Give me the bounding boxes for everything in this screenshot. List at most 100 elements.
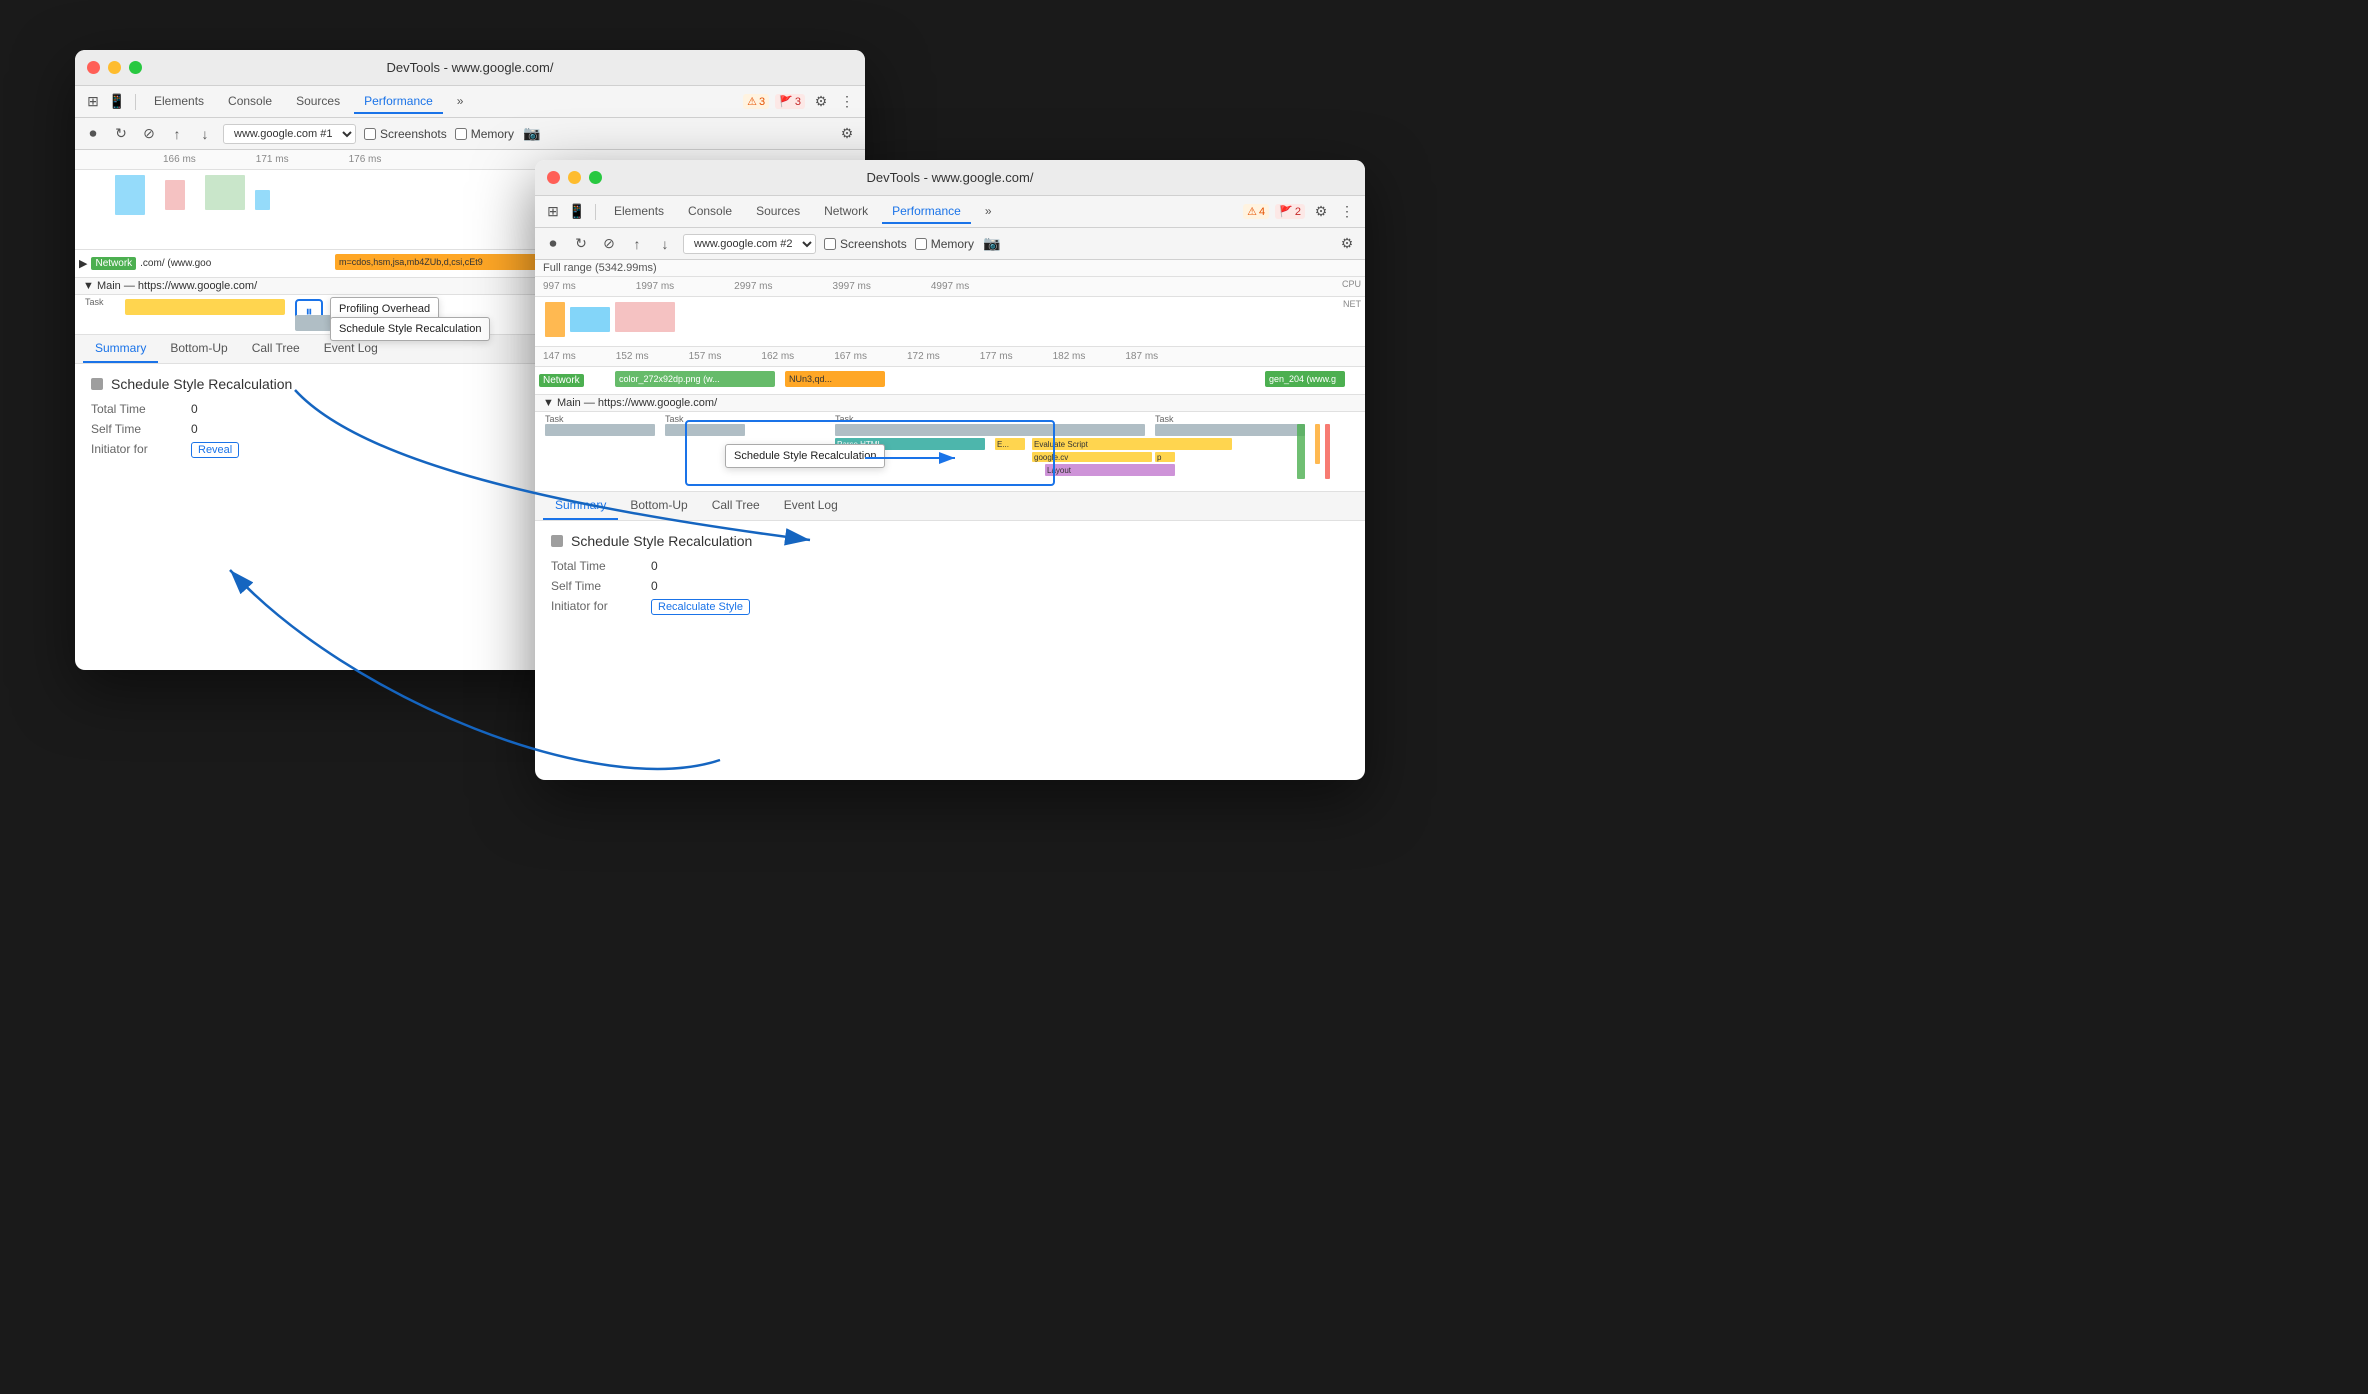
capture-icon-back[interactable]: 📷: [522, 124, 542, 144]
target-select-front[interactable]: www.google.com #2: [683, 234, 816, 254]
screenshots-checkbox-back[interactable]: [364, 128, 376, 140]
upload-icon-back[interactable]: ↑: [167, 124, 187, 144]
tab-performance-front[interactable]: Performance: [882, 200, 971, 224]
tab-network-front[interactable]: Network: [814, 200, 878, 224]
device-icon[interactable]: 📱: [107, 92, 127, 112]
inspect-icon[interactable]: ⊞: [83, 92, 103, 112]
self-time-value-back: 0: [191, 422, 198, 436]
reload-icon-back[interactable]: ↻: [111, 124, 131, 144]
window-title-back: DevTools - www.google.com/: [387, 60, 554, 75]
summary-color-dot-front: [551, 535, 563, 547]
tab-bottomup-back[interactable]: Bottom-Up: [158, 335, 239, 363]
tab-bar-front: ⊞ 📱 Elements Console Sources Network Per…: [535, 196, 1365, 228]
err-badge-back: 🚩 3: [775, 94, 805, 109]
memory-checkbox-front[interactable]: [915, 238, 927, 250]
net-bar3-front: gen_204 (www.g: [1265, 371, 1345, 387]
dr-9: 187 ms: [1125, 351, 1158, 362]
profiling-overhead-text: Profiling Overhead: [339, 303, 430, 315]
more-icon-back[interactable]: ⋮: [837, 92, 857, 112]
recalculate-link-front[interactable]: Recalculate Style: [651, 599, 750, 615]
settings-icon-front[interactable]: ⚙: [1311, 202, 1331, 222]
summary-panel-front: Schedule Style Recalculation Total Time …: [535, 521, 1365, 633]
device-icon-front[interactable]: 📱: [567, 202, 587, 222]
record-icon-back[interactable]: ⏺: [83, 124, 103, 144]
summary-title-front: Schedule Style Recalculation: [551, 533, 1349, 549]
settings2-icon-front[interactable]: ⚙: [1337, 234, 1357, 254]
main-label-front: Main — https://www.google.com/: [557, 397, 717, 409]
download-icon-back[interactable]: ↓: [195, 124, 215, 144]
full-range-text: Full range (5342.99ms): [543, 262, 657, 274]
maximize-button-front[interactable]: [589, 171, 602, 184]
reload-icon-front[interactable]: ↻: [571, 234, 591, 254]
full-range-label: Full range (5342.99ms): [535, 260, 1365, 277]
network-label-front: Network: [539, 374, 584, 387]
dr-3: 157 ms: [689, 351, 722, 362]
flame-area-front: Task Task Task Task Parse HTML E... Eval…: [535, 412, 1365, 492]
dr-2: 152 ms: [616, 351, 649, 362]
tab-more-back[interactable]: »: [447, 90, 474, 114]
settings2-icon-back[interactable]: ⚙: [837, 124, 857, 144]
download-icon-front[interactable]: ↓: [655, 234, 675, 254]
more-icon-front[interactable]: ⋮: [1337, 202, 1357, 222]
tab-console-front[interactable]: Console: [678, 200, 742, 224]
network-row-front: Network color_272x92dp.png (w... NUn3,qd…: [535, 367, 1365, 395]
tab-more-front[interactable]: »: [975, 200, 1002, 224]
memory-label-back: Memory: [471, 127, 514, 141]
minimize-button-front[interactable]: [568, 171, 581, 184]
record-icon-front[interactable]: ⏺: [543, 234, 563, 254]
maximize-button-back[interactable]: [129, 61, 142, 74]
bottom-tabs-front: Summary Bottom-Up Call Tree Event Log: [535, 492, 1365, 521]
task-label-back: Task: [85, 297, 104, 307]
clear-icon-back[interactable]: ⊘: [139, 124, 159, 144]
window-controls-front: [547, 171, 602, 184]
capture-icon-front[interactable]: 📷: [982, 234, 1002, 254]
tab-sources-front[interactable]: Sources: [746, 200, 810, 224]
tab-calltree-front[interactable]: Call Tree: [700, 492, 772, 520]
close-button-back[interactable]: [87, 61, 100, 74]
tab-bottomup-front[interactable]: Bottom-Up: [618, 492, 699, 520]
summary-title-text-back: Schedule Style Recalculation: [111, 376, 292, 392]
ov-mark-5: 4997 ms: [931, 281, 969, 292]
tab-calltree-back[interactable]: Call Tree: [240, 335, 312, 363]
tab-summary-front[interactable]: Summary: [543, 492, 618, 520]
callout-arrow-front: [535, 412, 1365, 491]
toolbar2-front: ⏺ ↻ ⊘ ↑ ↓ www.google.com #2 Screenshots …: [535, 228, 1365, 260]
summary-color-dot-back: [91, 378, 103, 390]
task-block1-back: [125, 299, 285, 315]
network-arrow-back: ▶: [79, 257, 87, 270]
clear-icon-front[interactable]: ⊘: [599, 234, 619, 254]
title-bar-front: DevTools - www.google.com/: [535, 160, 1365, 196]
sep-front: [595, 204, 596, 220]
ruler-mark-1-back: 166 ms: [163, 154, 196, 165]
dr-5: 167 ms: [834, 351, 867, 362]
tab-elements-back[interactable]: Elements: [144, 90, 214, 114]
screenshots-checkbox-front[interactable]: [824, 238, 836, 250]
initiator-label-back: Initiator for: [91, 442, 191, 458]
reveal-link-back[interactable]: Reveal: [191, 442, 239, 458]
err-badge-front: 🚩 2: [1275, 204, 1305, 219]
inspect-icon-front[interactable]: ⊞: [543, 202, 563, 222]
main-arrow-front: ▼: [543, 397, 554, 409]
tab-performance-back[interactable]: Performance: [354, 90, 443, 114]
memory-checkbox-back[interactable]: [455, 128, 467, 140]
net-bar1-front: color_272x92dp.png (w...: [615, 371, 775, 387]
cpu-label-front: CPU: [1342, 279, 1361, 289]
upload-icon-front[interactable]: ↑: [627, 234, 647, 254]
total-time-label-back: Total Time: [91, 402, 191, 416]
settings-icon-back[interactable]: ⚙: [811, 92, 831, 112]
tab-eventlog-front[interactable]: Event Log: [772, 492, 850, 520]
window-title-front: DevTools - www.google.com/: [867, 170, 1034, 185]
tab-console-back[interactable]: Console: [218, 90, 282, 114]
close-button-front[interactable]: [547, 171, 560, 184]
initiator-label-front: Initiator for: [551, 599, 651, 615]
tab-sources-back[interactable]: Sources: [286, 90, 350, 114]
minimize-button-back[interactable]: [108, 61, 121, 74]
tab-summary-back[interactable]: Summary: [83, 335, 158, 363]
tab-elements-front[interactable]: Elements: [604, 200, 674, 224]
warn-badge-back: ⚠ 3: [743, 94, 769, 109]
ov-mark-1: 997 ms: [543, 281, 576, 292]
target-select-back[interactable]: www.google.com #1: [223, 124, 356, 144]
dr-4: 162 ms: [761, 351, 794, 362]
screenshots-label-back: Screenshots: [380, 127, 447, 141]
overview-ruler-front: 997 ms 1997 ms 2997 ms 3997 ms 4997 ms C…: [535, 277, 1365, 297]
